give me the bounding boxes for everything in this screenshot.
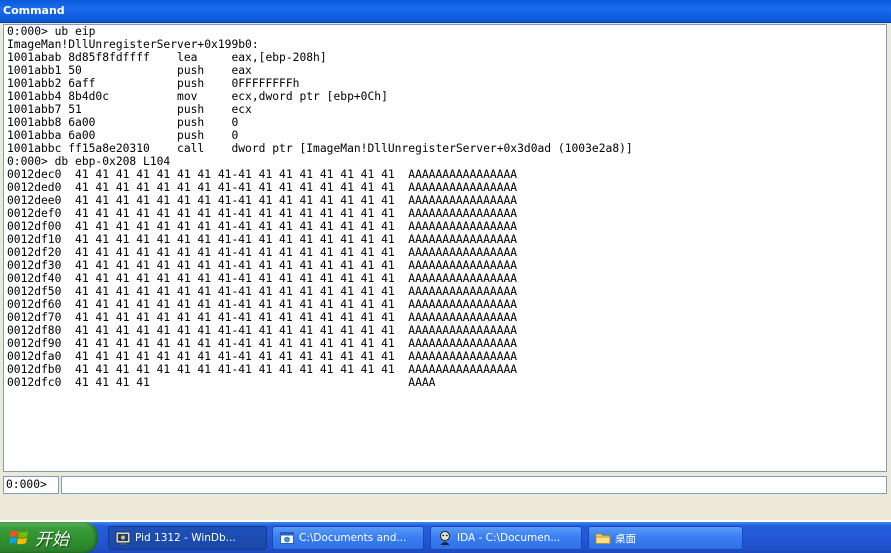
output-line: 0012def0 41 41 41 41 41 41 41 41-41 41 4… [7,207,518,220]
taskbar-button-label: Pid 1312 - WinDb... [135,532,236,544]
output-line: 0012df60 41 41 41 41 41 41 41 41-41 41 4… [7,298,518,311]
output-line: 0012df30 41 41 41 41 41 41 41 41-41 41 4… [7,259,518,272]
output-line: 0012df70 41 41 41 41 41 41 41 41-41 41 4… [7,311,518,324]
command-window: Command 0:000> ub eip ImageMan!DllUnregis… [0,0,891,520]
output-line: 0012df20 41 41 41 41 41 41 41 41-41 41 4… [7,246,518,259]
command-output-text: 0:000> ub eip ImageMan!DllUnregisterServe… [4,25,886,389]
start-label: 开始 [35,530,69,550]
command-output-pane[interactable]: 0:000> ub eip ImageMan!DllUnregisterServe… [3,24,887,472]
taskbar-button-label: 桌面 [615,532,636,545]
ida-icon [440,531,450,545]
start-button[interactable]: 开始 [0,522,98,553]
output-line: 0:000> ub eip [7,25,96,38]
taskbar: 开始 Pid 1312 - WinDb... C:\Documents and.… [0,522,891,553]
desktop-folder-icon [595,533,611,544]
output-line: 1001abab 8d85f8fdffff lea eax,[ebp-208h] [7,51,327,64]
taskbar-button-label: C:\Documents and... [299,532,407,544]
explorer-window-icon [280,532,294,544]
output-line: 0012df40 41 41 41 41 41 41 41 41-41 41 4… [7,272,518,285]
output-line: 0012df10 41 41 41 41 41 41 41 41-41 41 4… [7,233,518,246]
output-line: 0012dec0 41 41 41 41 41 41 41 41-41 41 4… [7,168,518,181]
output-line: 1001abba 6a00 push 0 [7,129,239,142]
output-line: 0012dfc0 41 41 41 41 AAAA [7,376,436,389]
output-line: 1001abb1 50 push eax [7,64,252,77]
output-line: ImageMan!DllUnregisterServer+0x199b0: [7,38,259,51]
taskbar-button-explorer[interactable]: C:\Documents and... [272,526,424,550]
output-line: 0012df50 41 41 41 41 41 41 41 41-41 41 4… [7,285,518,298]
taskbar-button-ida[interactable]: IDA - C:\Documen... [430,526,582,550]
output-line: 0012dee0 41 41 41 41 41 41 41 41-41 41 4… [7,194,518,207]
output-line: 1001abbc ff15a8e20310 call dword ptr [Im… [7,142,633,155]
command-input[interactable] [61,476,887,494]
windows-logo-icon [9,530,28,544]
output-line: 1001abb8 6a00 push 0 [7,116,239,129]
output-line: 1001abb7 51 push ecx [7,103,252,116]
output-line: 1001abb4 8b4d0c mov ecx,dword ptr [ebp+0… [7,90,388,103]
taskbar-button-windbg[interactable]: Pid 1312 - WinDb... [108,526,267,550]
output-line: 0012ded0 41 41 41 41 41 41 41 41-41 41 4… [7,181,518,194]
taskbar-button-desktop[interactable]: 桌面 [588,526,743,550]
command-prompt: 0:000> [3,476,59,494]
output-line: 1001abb2 6aff push 0FFFFFFFFh [7,77,300,90]
output-line: 0012dfb0 41 41 41 41 41 41 41 41-41 41 4… [7,363,518,376]
output-line: 0012df80 41 41 41 41 41 41 41 41-41 41 4… [7,324,518,337]
command-entry-row: 0:000> [3,476,887,494]
taskbar-button-label: IDA - C:\Documen... [457,532,561,544]
output-line: 0012df00 41 41 41 41 41 41 41 41-41 41 4… [7,220,518,233]
windbg-icon [115,531,131,545]
output-line: 0012dfa0 41 41 41 41 41 41 41 41-41 41 4… [7,350,518,363]
window-title: Command [3,4,65,17]
window-titlebar[interactable]: Command [0,0,891,23]
output-line: 0012df90 41 41 41 41 41 41 41 41-41 41 4… [7,337,518,350]
output-line: 0:000> db ebp-0x208 L104 [7,155,171,168]
